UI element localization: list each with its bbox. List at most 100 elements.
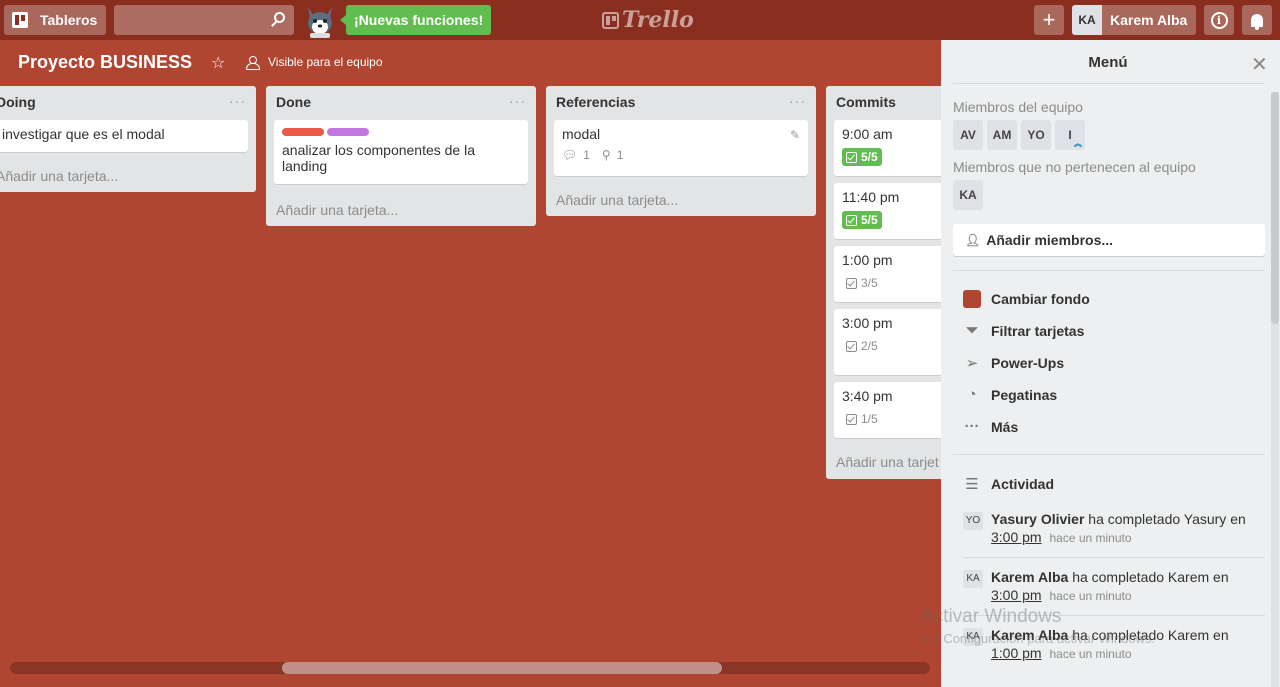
menu-item-change-background[interactable]: Cambiar fondo [963,290,1090,308]
menu-item-label: Filtrar tarjetas [991,322,1085,339]
menu-item-stickers[interactable]: ◔ Pegatinas [963,386,1057,403]
list-done: Done ··· analizar los componentes de la … [266,86,536,226]
checklist-badge: 5/5 [842,211,882,229]
visibility-label: Visible para el equipo [268,55,383,69]
filter-icon: ⏷ [965,322,978,339]
scrollbar-thumb[interactable] [282,662,722,674]
divider [953,83,1265,84]
board-horizontal-scrollbar[interactable] [10,662,930,674]
checklist-count: 5/5 [861,213,878,227]
comment-icon: 💬︎ [562,148,578,162]
info-button[interactable]: i [1204,5,1234,35]
activity-time[interactable]: hace un minuto [1049,589,1131,603]
card[interactable]: modal ✎ 💬︎ 1 ⚲ 1 [554,120,808,176]
sidebar-vertical-scrollbar[interactable] [1271,92,1279,687]
card-title: modal [562,126,601,142]
checklist-badge: 5/5 [842,148,882,166]
list-menu-icon[interactable]: ··· [509,93,526,109]
card-title: investigar que es el modal [2,126,165,142]
top-header: Tableros ¡Nuevas funciones! Trello + KA … [0,0,1280,40]
team-members-label: Miembros del equipo [953,99,1083,115]
activity-time[interactable]: hace un minuto [1049,531,1131,545]
card-title: 9:00 am [842,126,893,142]
menu-item-filter-cards[interactable]: ⏷ Filtrar tarjetas [963,322,1084,339]
search-icon[interactable] [274,12,285,23]
card-badges: 💬︎ 1 ⚲ 1 [562,148,800,162]
plus-icon: + [1042,7,1056,32]
add-card-button[interactable]: Añadir una tarjeta... [0,168,118,184]
board-title[interactable]: Proyecto BUSINESS [18,52,192,73]
activity-user[interactable]: Yasury Olivier [991,511,1084,527]
checklist-count: 1/5 [861,412,878,426]
add-card-button[interactable]: Añadir una tarjeta... [556,192,678,208]
card-title: 11:40 pm [842,189,900,205]
add-button[interactable]: + [1034,5,1064,35]
notifications-button[interactable] [1242,5,1272,35]
menu-title: Menú [1088,54,1128,71]
boards-icon [12,12,28,28]
activity-card-link[interactable]: 1:00 pm [991,645,1042,661]
search-input[interactable] [114,5,294,35]
checklist-icon [846,151,857,163]
member-avatar[interactable]: I ︽ [1055,120,1085,150]
menu-item-label: Más [991,418,1019,435]
member-avatar[interactable]: KA [953,180,983,210]
activity-avatar[interactable]: KA [963,570,983,588]
label-purple [327,128,369,136]
activity-card-link[interactable]: 3:00 pm [991,587,1042,603]
menu-item-more[interactable]: ··· Más [963,418,1019,435]
list-title[interactable]: Done [266,86,536,118]
card[interactable]: analizar los componentes de la landing [274,120,528,184]
list-menu-icon[interactable]: ··· [229,93,246,109]
list-menu-icon[interactable]: ··· [789,93,806,109]
activity-avatar[interactable]: YO [963,512,983,530]
menu-item-power-ups[interactable]: ➢ Power-Ups [963,354,1064,372]
activity-list-icon: ☰ [965,476,979,493]
member-avatar[interactable]: YO [1021,120,1051,150]
activity-user[interactable]: Karem Alba [991,569,1068,585]
list-title[interactable]: Referencias [546,86,816,118]
member-avatar[interactable]: AM [987,120,1017,150]
activity-header: ☰ Actividad [963,475,1054,493]
checklist-badge: 3/5 [842,274,882,292]
scrollbar-thumb[interactable] [1271,92,1279,324]
admin-chevron-icon: ︽ [1074,139,1082,148]
add-members-button[interactable]: 👤︎ Añadir miembros... [953,224,1265,256]
new-features-button[interactable]: ¡Nuevas funciones! [339,5,492,35]
add-member-icon: 👤︎ [965,233,981,247]
visibility-button[interactable]: Visible para el equipo [246,55,383,70]
boards-label: Tableros [40,12,98,28]
user-menu-button[interactable]: KA Karem Alba [1072,5,1196,35]
divider [963,557,1265,558]
star-icon[interactable]: ☆ [211,53,225,73]
trello-logo-icon [602,11,619,29]
activity-card-link[interactable]: 3:00 pm [991,529,1042,545]
windows-activation-watermark: Activar Windows [921,606,1062,627]
add-members-label: Añadir miembros... [986,232,1114,248]
checklist-icon [846,214,857,226]
activity-time[interactable]: hace un minuto [1049,647,1131,661]
trello-logo[interactable]: Trello [602,7,694,33]
team-visibility-icon [246,56,260,70]
member-avatar[interactable]: AV [953,120,983,150]
edit-pencil-icon[interactable]: ✎ [790,128,800,142]
taco-mascot-icon [308,7,332,38]
add-card-button[interactable]: Añadir una tarjeta... [276,202,398,218]
list-doing: Doing ··· investigar que es el modal Aña… [0,86,256,192]
checklist-icon [846,413,857,425]
list-title[interactable]: Doing [0,86,256,118]
menu-item-label: Pegatinas [991,386,1058,403]
close-icon[interactable]: ✕ [1251,52,1268,77]
trello-logo-text: Trello [622,7,694,33]
comment-count: 1 [583,148,590,162]
rocket-icon: ➢ [965,355,979,372]
card[interactable]: investigar que es el modal [0,120,248,152]
checklist-count: 2/5 [861,339,878,353]
windows-activation-subtext: Ir a Configuración para activar Windows. [921,631,1156,646]
bell-icon [1251,13,1263,30]
add-card-button[interactable]: Añadir una tarjet [836,454,939,470]
member-initials: I [1068,128,1072,142]
sticker-icon: ◔ [967,386,977,403]
activity-label: Actividad [991,476,1055,492]
boards-button[interactable]: Tableros [4,5,106,35]
